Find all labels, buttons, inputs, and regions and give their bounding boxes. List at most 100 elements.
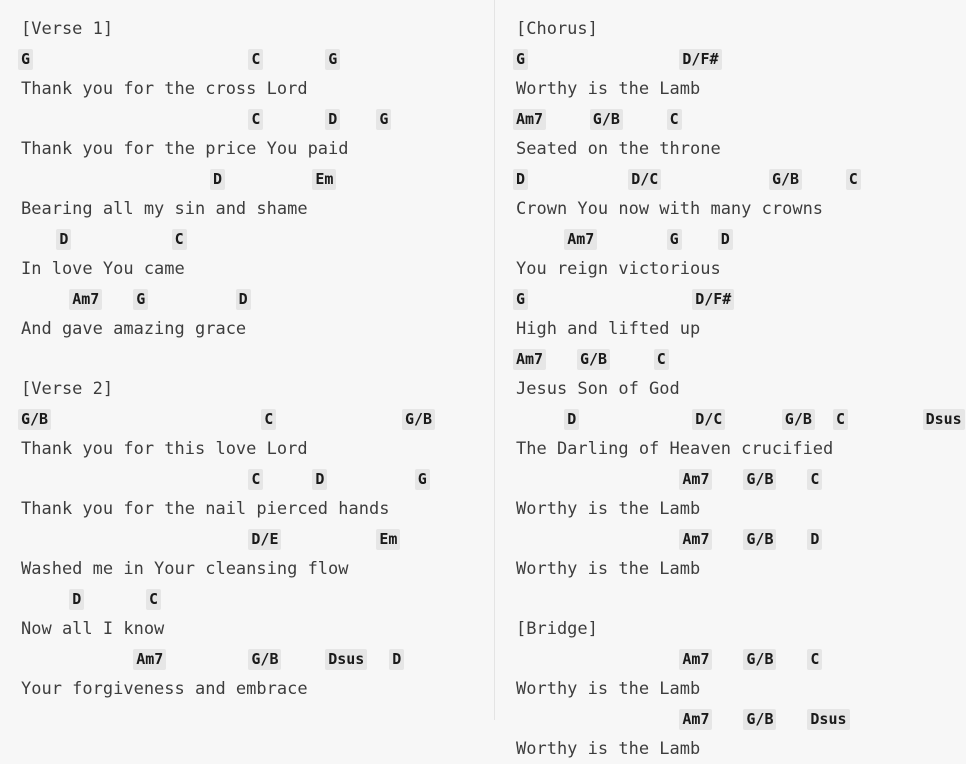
chord-badge[interactable]: G/B — [402, 409, 436, 430]
chord-badge[interactable]: C — [653, 349, 669, 370]
chord-badge[interactable]: D — [235, 289, 251, 310]
chord-badge[interactable]: C — [248, 49, 264, 70]
chord-line: GCG — [0, 44, 494, 74]
section-header: [Chorus] — [516, 19, 598, 39]
chord-badge[interactable]: D — [807, 529, 823, 550]
lyric-line: Thank you for this love Lord — [21, 439, 308, 459]
chord-line: Am7 G/B C — [495, 104, 966, 134]
lyric-line: Worthy is the Lamb — [516, 499, 701, 519]
chord-chart-sheet: [Verse 1] G C G Thank you for the cross Lord… — [0, 0, 966, 759]
chord-badge[interactable]: G — [666, 229, 682, 250]
chord-badge[interactable]: C — [171, 229, 187, 250]
lyric-line: Bearing all my sin and shame — [21, 199, 308, 219]
chord-badge[interactable]: D — [717, 229, 733, 250]
chord-badge[interactable]: G — [513, 289, 529, 310]
chord-badge[interactable]: Am7 — [679, 469, 713, 490]
chord-badge[interactable]: G/B — [743, 649, 777, 670]
chord-badge[interactable]: C — [146, 589, 162, 610]
chord-line: Am7 G/B C — [495, 644, 966, 674]
chord-line: Am7 G D — [0, 284, 494, 314]
chord-badge[interactable]: D — [389, 649, 405, 670]
chord-badge[interactable]: D — [210, 169, 226, 190]
chord-badge[interactable]: G/B — [769, 169, 803, 190]
chord-badge[interactable]: Dsus — [325, 649, 368, 670]
chord-line: D Em — [0, 164, 494, 194]
lyric-line: Worthy is the Lamb — [516, 739, 701, 759]
chord-badge[interactable]: C — [833, 409, 849, 430]
chord-badge[interactable]: G — [325, 49, 341, 70]
chord-badge[interactable]: C — [807, 469, 823, 490]
chord-badge[interactable]: C — [261, 409, 277, 430]
chord-badge[interactable]: D/F# — [679, 49, 722, 70]
chord-badge[interactable]: G/B — [743, 529, 777, 550]
chord-badge[interactable]: D/F# — [692, 289, 735, 310]
chord-badge[interactable]: Am7 — [564, 229, 598, 250]
chord-line: G D/F# — [495, 44, 966, 74]
chord-badge[interactable]: C — [807, 649, 823, 670]
lyric-line: Worthy is the Lamb — [516, 79, 701, 99]
chord-badge[interactable]: Dsus — [922, 409, 965, 430]
chord-badge[interactable]: C — [248, 469, 264, 490]
chord-badge[interactable]: D — [56, 229, 72, 250]
chord-badge[interactable]: D/E — [248, 529, 282, 550]
lyric-line: Thank you for the cross Lord — [21, 79, 308, 99]
section-header: [Verse 1] — [21, 19, 114, 39]
chord-badge[interactable]: Am7 — [513, 349, 547, 370]
chord-badge[interactable]: D — [69, 589, 85, 610]
lyric-line: And gave amazing grace — [21, 319, 247, 339]
lyric-line: Crown You now with many crowns — [516, 199, 824, 219]
chord-badge[interactable]: G/B — [781, 409, 815, 430]
chord-line: D/E Em — [0, 524, 494, 554]
chord-badge[interactable]: D — [564, 409, 580, 430]
chord-line: DC — [0, 224, 494, 254]
section-header: [Verse 2] — [21, 379, 114, 399]
chord-badge[interactable]: C — [845, 169, 861, 190]
chord-badge[interactable]: Am7 — [133, 649, 167, 670]
chord-badge[interactable]: D/C — [692, 409, 726, 430]
chord-badge[interactable]: Em — [376, 529, 401, 550]
chord-badge[interactable]: Am7 — [513, 109, 547, 130]
chord-badge[interactable]: G/B — [589, 109, 623, 130]
chord-line: Am7 G/B D — [495, 524, 966, 554]
chord-line: G/B C G/B — [0, 404, 494, 434]
chord-badge[interactable]: G — [513, 49, 529, 70]
chord-badge[interactable]: Am7 — [69, 289, 103, 310]
left-column: [Verse 1] G C G Thank you for the cross Lord… — [0, 0, 494, 720]
chord-badge[interactable]: D — [312, 469, 328, 490]
lyric-line: The Darling of Heaven crucified — [516, 439, 834, 459]
chord-badge[interactable]: G/B — [248, 649, 282, 670]
chord-line: CDG — [0, 104, 494, 134]
chord-badge[interactable]: Am7 — [679, 649, 713, 670]
chord-badge[interactable]: G — [133, 289, 149, 310]
chord-line: D D/C G/B C — [495, 164, 966, 194]
lyric-line: Worthy is the Lamb — [516, 679, 701, 699]
lyric-line: Now all I know — [21, 619, 165, 639]
chord-badge[interactable]: D — [513, 169, 529, 190]
lyric-line: Your forgiveness and embrace — [21, 679, 308, 699]
chord-badge[interactable]: Em — [312, 169, 337, 190]
lyric-line: Thank you for the nail pierced hands — [21, 499, 390, 519]
lyric-line: Jesus Son of God — [516, 379, 680, 399]
chord-line: Am7 G/B C — [495, 344, 966, 374]
section-header: [Bridge] — [516, 619, 598, 639]
chord-badge[interactable]: G — [18, 49, 34, 70]
chord-line: G D/F# — [495, 284, 966, 314]
chord-badge[interactable]: G/B — [743, 469, 777, 490]
chord-badge[interactable]: G/B — [18, 409, 52, 430]
chord-badge[interactable]: G — [414, 469, 430, 490]
chord-badge[interactable]: D — [325, 109, 341, 130]
chord-badge[interactable]: Am7 — [679, 529, 713, 550]
lyric-line: Worthy is the Lamb — [516, 559, 701, 579]
lyric-line: In love You came — [21, 259, 185, 279]
chord-badge[interactable]: C — [666, 109, 682, 130]
chord-badge[interactable]: G — [376, 109, 392, 130]
lyric-line: Washed me in Your cleansing flow — [21, 559, 349, 579]
chord-badge[interactable]: G/B — [577, 349, 611, 370]
chord-line: D D/C G/B C Dsus — [495, 404, 966, 434]
chord-badge[interactable]: D/C — [628, 169, 662, 190]
chord-line: Am7 G/B Dsus D — [0, 644, 494, 674]
chord-badge[interactable]: C — [248, 109, 264, 130]
lyric-line: High and lifted up — [516, 319, 701, 339]
